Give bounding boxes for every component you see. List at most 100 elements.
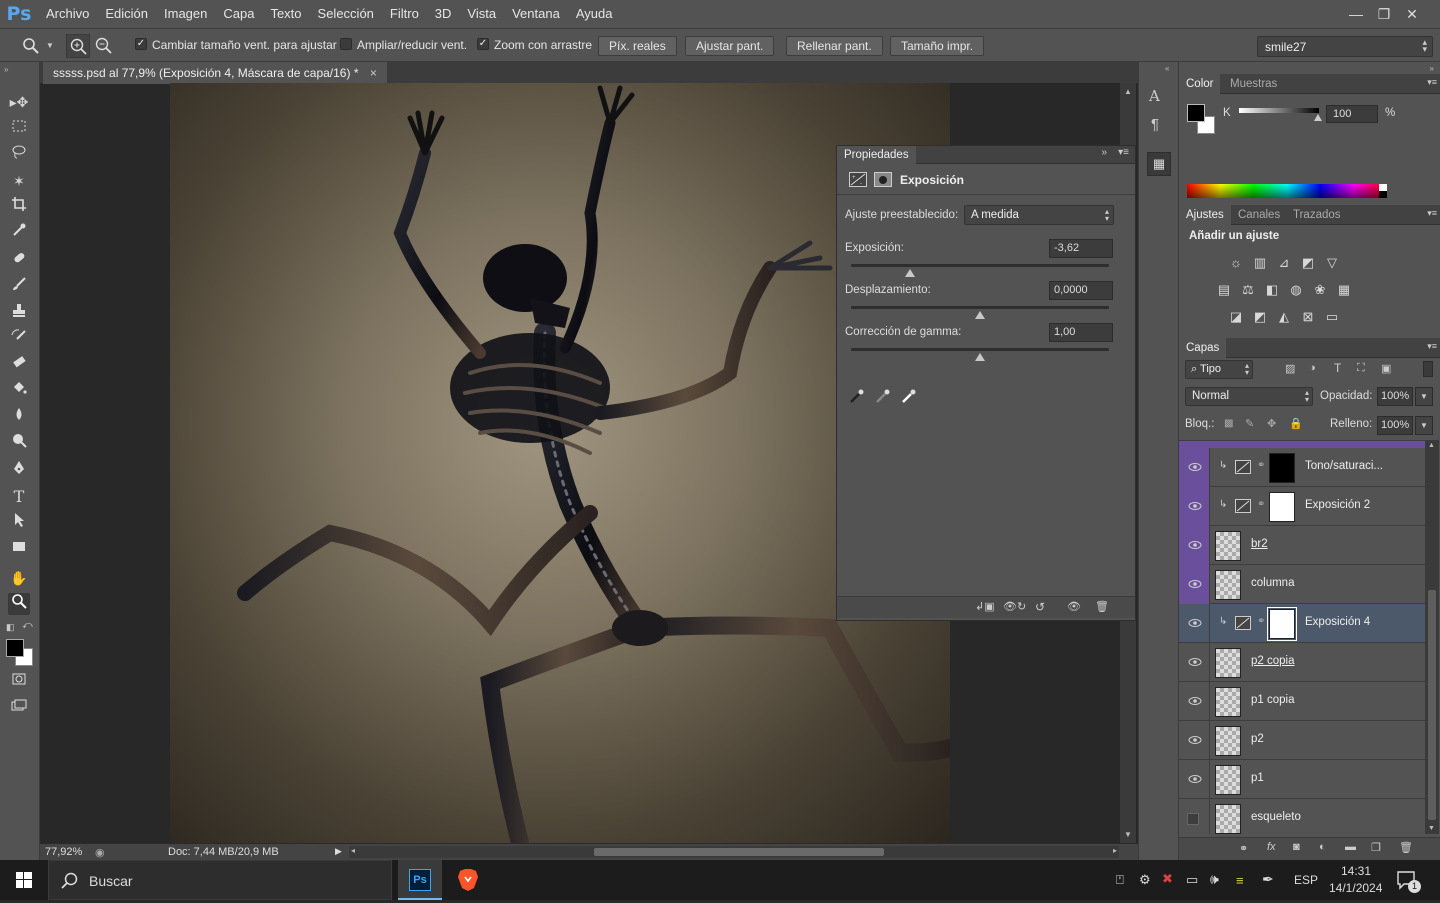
layer-row[interactable]: p1 copia [1179,682,1425,721]
zoom-in-icon[interactable] [66,34,90,58]
brightness-contrast-icon[interactable]: ☼ [1227,255,1245,271]
levels-icon[interactable]: ▥ [1251,255,1269,271]
tab-layers[interactable]: Capas [1179,338,1227,358]
layers-scroll-thumb[interactable] [1428,590,1436,820]
taskbar-brave-app[interactable] [446,860,490,900]
view-previous-state-icon[interactable]: 👁↻ [1003,600,1026,613]
marquee-tool-icon[interactable] [8,118,30,140]
rectangle-tool-icon[interactable] [8,538,30,560]
exposure-value[interactable]: -3,62 [1049,239,1113,258]
k-slider[interactable] [1239,108,1319,113]
minimize-button[interactable]: — [1342,4,1370,24]
path-selection-icon[interactable] [8,512,30,534]
layer-row[interactable]: p1 [1179,760,1425,799]
layer-visibility-cell[interactable] [1179,604,1210,643]
foreground-color-swatch[interactable] [6,639,24,657]
panel-menu-icon[interactable]: ▾≡ [1427,77,1437,88]
offset-slider[interactable] [851,306,1109,319]
language-indicator[interactable]: ESP [1294,873,1318,887]
tab-adjustments[interactable]: Ajustes [1179,205,1231,225]
menu-filtro[interactable]: Filtro [382,0,427,28]
zoom-out-icon[interactable] [93,35,115,57]
layer-name[interactable]: Tono/saturaci... [1305,460,1383,472]
layer-thumbnail[interactable] [1215,804,1241,834]
layer-visibility-cell[interactable] [1179,526,1210,565]
zoom-tool-icon[interactable] [8,593,30,615]
pen-workspace-icon[interactable]: ✒ [1262,871,1274,888]
white-point-eyedropper-icon[interactable] [901,388,917,404]
layer-style-icon[interactable]: fx [1267,841,1276,853]
crop-tool-icon[interactable] [8,196,30,218]
scroll-up-icon[interactable]: ▲ [1428,442,1435,449]
menu-vista[interactable]: Vista [459,0,504,28]
filter-shape-icon[interactable]: ⛶ [1357,362,1365,375]
clip-to-layer-icon[interactable]: ↲▣ [975,600,995,613]
network-icon[interactable]: ▭ [1186,872,1198,888]
delete-adjustment-icon[interactable]: 🗑 [1095,600,1109,613]
history-brush-icon[interactable] [8,328,30,350]
layer-visibility-cell[interactable] [1179,565,1210,604]
tab-channels[interactable]: Canales [1231,205,1287,225]
layer-thumbnail[interactable] [1215,648,1241,678]
document-tab[interactable]: sssss.psd al 77,9% (Exposición 4, Máscar… [43,62,387,84]
visibility-icon[interactable]: 👁 [1067,600,1081,613]
eyedropper-tool-icon[interactable] [8,222,30,244]
link-layers-icon[interactable]: ⚭ [1239,842,1248,855]
gamma-value[interactable]: 1,00 [1049,323,1113,342]
selective-color-icon[interactable]: ⊠ [1299,309,1317,325]
layer-row[interactable]: ↳ ⚭ Exposición 2 [1179,487,1425,526]
properties-tab[interactable]: Propiedades [837,146,916,164]
collapse-toolbox-icon[interactable]: » [4,65,8,74]
print-size-button[interactable]: Tamaño impr. [890,36,985,56]
expand-strip-icon[interactable]: « [1165,64,1169,73]
layer-visibility-cell[interactable] [1179,682,1210,721]
move-tool-icon[interactable]: ▸✥ [8,91,30,113]
preset-dropdown-icon[interactable]: ▼ [46,41,54,50]
resize-windows-checkbox[interactable]: ✓ [135,38,147,50]
offset-value[interactable]: 0,0000 [1049,281,1113,300]
menu-3d[interactable]: 3D [427,0,460,28]
lock-position-icon[interactable]: ✥ [1267,417,1276,430]
tab-swatches[interactable]: Muestras [1223,74,1284,94]
panel-menu-icon[interactable]: ▾≡ [1427,341,1437,352]
layer-visibility-cell[interactable] [1179,487,1210,526]
chain-link-icon[interactable]: ⚭ [1257,499,1265,510]
layer-name[interactable]: Exposición 4 [1305,616,1370,628]
paint-bucket-icon[interactable] [8,380,30,402]
menu-archivo[interactable]: Archivo [38,0,97,28]
offset-slider-thumb[interactable] [975,311,985,319]
lock-all-icon[interactable]: 🔒 [1289,417,1303,430]
fill-screen-button[interactable]: Rellenar pant. [786,36,883,56]
workspace-select[interactable]: smile27 ▴ ▾ [1257,36,1433,57]
channel-mixer-icon[interactable]: ❀ [1311,282,1329,298]
layer-row[interactable]: p2 copia [1179,643,1425,682]
eye-icon[interactable] [1187,577,1203,591]
lock-transparent-icon[interactable]: ▩ [1224,418,1233,429]
layer-mask-thumbnail[interactable] [1269,492,1295,522]
spectrum-white-swatch[interactable] [1379,184,1387,191]
scroll-right-icon[interactable]: ▸ [1113,846,1117,855]
dodge-tool-icon[interactable] [8,432,30,454]
clone-stamp-icon[interactable] [8,302,30,324]
tab-paths[interactable]: Trazados [1286,205,1348,225]
layer-name[interactable]: columna [1251,577,1294,589]
fill-dropdown-icon[interactable]: ▼ [1415,416,1433,435]
default-colors-icon[interactable]: ◧ [6,622,15,633]
menu-capa[interactable]: Capa [215,0,262,28]
layer-visibility-cell[interactable] [1179,721,1210,760]
brush-tool-icon[interactable] [8,276,30,298]
layer-visibility-cell[interactable] [1179,760,1210,799]
zoom-all-checkbox[interactable] [340,38,352,50]
menu-imagen[interactable]: Imagen [156,0,215,28]
tray-nvidia-icon[interactable]: ≡ [1236,873,1244,888]
layer-row[interactable]: p2 [1179,721,1425,760]
eye-icon[interactable] [1187,499,1203,513]
properties-panel-icon[interactable]: ▦ [1147,152,1171,176]
posterize-icon[interactable]: ◩ [1251,309,1269,325]
spectrum-black-swatch[interactable] [1379,191,1387,198]
scroll-up-icon[interactable]: ▲ [1124,87,1132,96]
quick-mask-icon[interactable] [8,671,30,693]
type-tool-icon[interactable]: T [8,486,30,508]
eye-icon[interactable] [1187,460,1203,474]
color-lookup-icon[interactable]: ▦ [1335,282,1353,298]
